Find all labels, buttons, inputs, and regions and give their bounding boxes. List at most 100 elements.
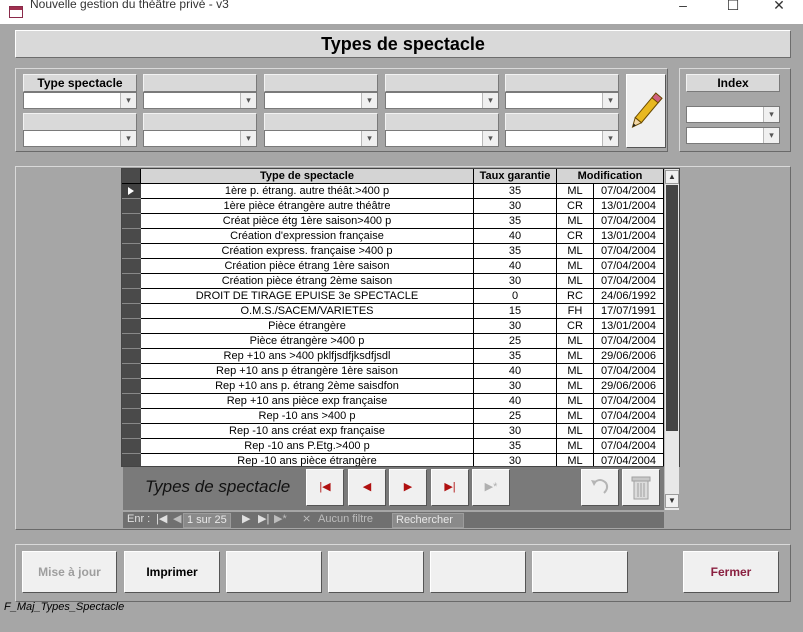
row-selector[interactable] <box>122 289 141 304</box>
row-selector[interactable] <box>122 439 141 454</box>
cell-type[interactable]: Pièce étrangère >400 p <box>141 334 474 349</box>
column-header-modification[interactable]: Modification <box>557 169 664 184</box>
cell-taux[interactable]: 25 <box>474 334 557 349</box>
edit-filter-button[interactable] <box>626 74 666 148</box>
update-button[interactable]: Mise à jour <box>22 551 117 593</box>
cell-code[interactable]: ML <box>557 214 594 229</box>
cell-type[interactable]: Création pièce étrang 2ème saison <box>141 274 474 289</box>
cell-type[interactable]: Rep -10 ans créat exp française <box>141 424 474 439</box>
cell-type[interactable]: Rep +10 ans p étrangère 1ère saison <box>141 364 474 379</box>
cell-code[interactable]: CR <box>557 199 594 214</box>
cell-date[interactable]: 07/04/2004 <box>594 409 664 424</box>
first-record-button[interactable]: |◀ <box>306 469 344 506</box>
cell-type[interactable]: Créat pièce étg 1ère saison>400 p <box>141 214 474 229</box>
cell-taux[interactable]: 35 <box>474 244 557 259</box>
cell-date[interactable]: 07/04/2004 <box>594 439 664 454</box>
cell-taux[interactable]: 35 <box>474 349 557 364</box>
filter-combo-8[interactable]: ▾ <box>264 130 378 147</box>
cell-taux[interactable]: 35 <box>474 184 557 199</box>
cell-code[interactable]: ML <box>557 334 594 349</box>
cell-code[interactable]: FH <box>557 304 594 319</box>
cell-code[interactable]: ML <box>557 259 594 274</box>
cell-date[interactable]: 29/06/2006 <box>594 379 664 394</box>
cell-code[interactable]: ML <box>557 244 594 259</box>
cell-date[interactable]: 13/01/2004 <box>594 229 664 244</box>
cell-type[interactable]: Rep -10 ans pièce étrangère <box>141 454 474 466</box>
cell-date[interactable]: 24/06/1992 <box>594 289 664 304</box>
filter-combo-4[interactable]: ▾ <box>385 92 499 109</box>
row-selector[interactable] <box>122 259 141 274</box>
cell-taux[interactable]: 30 <box>474 199 557 214</box>
row-selector[interactable] <box>122 304 141 319</box>
filter-combo-6[interactable]: ▾ <box>23 130 137 147</box>
cell-type[interactable]: DROIT DE TIRAGE EPUISE 3e SPECTACLE <box>141 289 474 304</box>
cell-taux[interactable]: 0 <box>474 289 557 304</box>
cell-date[interactable]: 07/04/2004 <box>594 364 664 379</box>
scroll-down-arrow[interactable]: ▼ <box>665 494 679 508</box>
cell-date[interactable]: 17/07/1991 <box>594 304 664 319</box>
cell-taux[interactable]: 15 <box>474 304 557 319</box>
chevron-down-icon[interactable]: ▾ <box>763 128 779 143</box>
cell-type[interactable]: Rep +10 ans >400 pklfjsdfjksdfjsdl <box>141 349 474 364</box>
cell-taux[interactable]: 30 <box>474 319 557 334</box>
cell-type[interactable]: Pièce étrangère <box>141 319 474 334</box>
cell-type[interactable]: Rep -10 ans >400 p <box>141 409 474 424</box>
maximize-button[interactable]: ☐ <box>710 0 756 16</box>
row-selector[interactable] <box>122 199 141 214</box>
search-input[interactable]: Rechercher <box>392 513 464 528</box>
print-button[interactable]: Imprimer <box>124 551 220 593</box>
cell-type[interactable]: Création d'expression française <box>141 229 474 244</box>
chevron-down-icon[interactable]: ▾ <box>763 107 779 122</box>
cell-type[interactable]: O.M.S./SACEM/VARIETES <box>141 304 474 319</box>
record-prev-button[interactable]: ◀ <box>173 513 181 526</box>
row-selector[interactable] <box>122 454 141 466</box>
chevron-down-icon[interactable]: ▾ <box>361 131 377 146</box>
cell-code[interactable]: ML <box>557 274 594 289</box>
cell-date[interactable]: 13/01/2004 <box>594 319 664 334</box>
delete-button[interactable] <box>622 469 660 506</box>
filter-status[interactable]: Aucun filtre <box>318 513 373 526</box>
empty-button-2[interactable] <box>328 551 424 593</box>
cell-taux[interactable]: 40 <box>474 394 557 409</box>
cell-taux[interactable]: 30 <box>474 274 557 289</box>
row-selector[interactable] <box>122 274 141 289</box>
chevron-down-icon[interactable]: ▾ <box>602 93 618 108</box>
cell-date[interactable]: 07/04/2004 <box>594 259 664 274</box>
filter-combo-5[interactable]: ▾ <box>505 92 619 109</box>
cell-code[interactable]: ML <box>557 439 594 454</box>
filter-combo-7[interactable]: ▾ <box>143 130 257 147</box>
cell-date[interactable]: 07/04/2004 <box>594 244 664 259</box>
cell-code[interactable]: CR <box>557 229 594 244</box>
chevron-down-icon[interactable]: ▾ <box>602 131 618 146</box>
column-header-type[interactable]: Type de spectacle <box>141 169 474 184</box>
cell-date[interactable]: 07/04/2004 <box>594 214 664 229</box>
grid-vertical-scrollbar[interactable]: ▲ ▼ <box>664 169 679 510</box>
empty-button-4[interactable] <box>532 551 628 593</box>
filter-combo-9[interactable]: ▾ <box>385 130 499 147</box>
cell-date[interactable]: 29/06/2006 <box>594 349 664 364</box>
cell-taux[interactable]: 40 <box>474 259 557 274</box>
filter-combo-3[interactable]: ▾ <box>264 92 378 109</box>
cell-code[interactable]: ML <box>557 409 594 424</box>
row-selector[interactable] <box>122 409 141 424</box>
cell-date[interactable]: 07/04/2004 <box>594 394 664 409</box>
cell-code[interactable]: ML <box>557 349 594 364</box>
row-selector[interactable] <box>122 214 141 229</box>
cell-type[interactable]: Rep +10 ans pièce exp française <box>141 394 474 409</box>
index-combo-1[interactable]: ▾ <box>686 106 780 123</box>
cell-date[interactable]: 13/01/2004 <box>594 199 664 214</box>
empty-button-1[interactable] <box>226 551 322 593</box>
close-window-button[interactable]: ✕ <box>756 0 802 16</box>
row-selector[interactable] <box>122 364 141 379</box>
cell-taux[interactable]: 35 <box>474 214 557 229</box>
cell-code[interactable]: ML <box>557 394 594 409</box>
cell-taux[interactable]: 30 <box>474 424 557 439</box>
type-spectacle-combo-1[interactable]: ▾ <box>23 92 137 109</box>
row-selector[interactable] <box>122 394 141 409</box>
chevron-down-icon[interactable]: ▾ <box>120 93 136 108</box>
row-selector[interactable] <box>122 319 141 334</box>
row-selector[interactable] <box>122 379 141 394</box>
cell-taux[interactable]: 40 <box>474 229 557 244</box>
cell-date[interactable]: 07/04/2004 <box>594 274 664 289</box>
cell-date[interactable]: 07/04/2004 <box>594 184 664 199</box>
